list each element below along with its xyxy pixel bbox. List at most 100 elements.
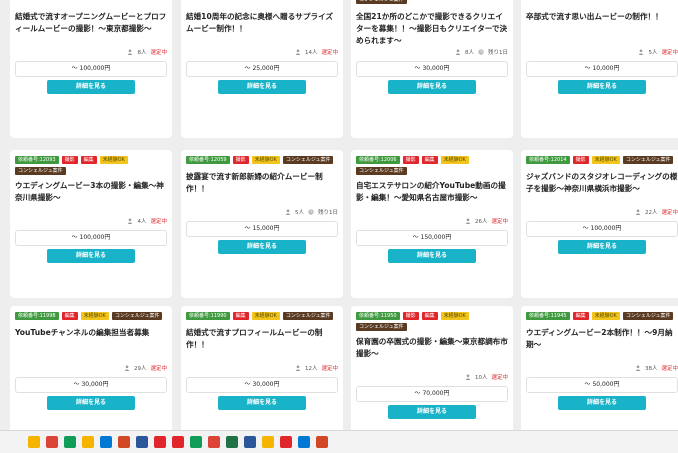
tag-list: 依頼番号:12059 撮影 未経験OK コンシェルジュ案件 xyxy=(186,156,338,166)
word-icon[interactable] xyxy=(136,436,148,448)
budget-price: ～ 50,000円 xyxy=(526,377,678,393)
job-card[interactable]: 依頼番号:11950 撮影 編集 未経験OK コンシェルジュ案件保育園の卒園式の撮影・編… xyxy=(351,306,513,430)
app-icon[interactable] xyxy=(298,436,310,448)
person-icon xyxy=(635,209,641,215)
check-icon[interactable] xyxy=(280,436,292,448)
view-details-button[interactable]: 詳細を見る xyxy=(388,80,476,94)
tag-badge: コンシェルジュ案件 xyxy=(15,167,66,175)
tag-badge: 撮影 xyxy=(402,156,419,164)
tag-badge: 未経験OK xyxy=(440,312,469,320)
tag-badge: 依頼番号:12014 xyxy=(526,156,570,164)
tag-badge: 編集 xyxy=(572,312,589,320)
view-details-button[interactable]: 詳細を見る xyxy=(558,396,646,410)
card-meta: 26人 選定中 xyxy=(356,216,508,226)
tag-list xyxy=(186,0,338,6)
job-title[interactable]: ウエディングムービー3本の撮影・編集～神奈川県撮影～ xyxy=(15,180,167,216)
person-icon xyxy=(465,374,471,380)
job-title[interactable]: 結婚式で流すプロフィールムービーの制作！！ xyxy=(186,327,338,363)
tag-list xyxy=(526,0,678,6)
job-card[interactable]: 卒部式で流す思い出ムービーの制作！！ 5人 選定中 ～ 10,000円 詳細を見る xyxy=(521,0,678,138)
card-meta: 5人 選定中 xyxy=(526,47,678,57)
view-details-button[interactable]: 詳細を見る xyxy=(47,80,135,94)
app-icon[interactable] xyxy=(316,436,328,448)
card-meta: 22人 選定中 xyxy=(526,207,678,217)
job-title[interactable]: 卒部式で流す思い出ムービーの制作！！ xyxy=(526,11,678,47)
check-icon[interactable] xyxy=(172,436,184,448)
tag-list: コンシェルジュ案件 xyxy=(356,0,508,6)
view-details-button[interactable]: 詳細を見る xyxy=(218,396,306,410)
job-card[interactable]: 依頼番号:11998 編集 未経験OK コンシェルジュ案件 YouTubeチャンネルの編… xyxy=(10,306,172,430)
folder-icon[interactable] xyxy=(82,436,94,448)
view-details-button[interactable]: 詳細を見る xyxy=(388,405,476,419)
status-badge: 選定中 xyxy=(661,210,678,216)
tag-list xyxy=(15,0,167,6)
edge-icon[interactable] xyxy=(64,436,76,448)
tag-badge: 依頼番号:11945 xyxy=(526,312,570,320)
drive-icon[interactable] xyxy=(262,436,274,448)
applicant-count: 26人 xyxy=(474,219,488,225)
job-title[interactable]: 結婚式で流すオープニングムービーとプロフィールムービーの撮影！～東京都撮影～ xyxy=(15,11,167,47)
view-details-button[interactable]: 詳細を見る xyxy=(47,249,135,263)
job-title[interactable]: 自宅エステサロンの紹介YouTube動画の撮影・編集！～愛知県名古屋市撮影～ xyxy=(356,180,508,216)
tag-badge: 依頼番号:12006 xyxy=(356,156,400,164)
person-icon xyxy=(295,49,301,55)
tag-badge: 依頼番号:11998 xyxy=(15,312,59,320)
tag-badge: コンシェルジュ案件 xyxy=(622,156,674,164)
card-meta: 8人 残り1日 xyxy=(356,47,508,57)
tag-badge: 編集 xyxy=(421,156,438,164)
tag-badge: 撮影 xyxy=(61,156,78,164)
job-card[interactable]: 依頼番号:11990 編集 未経験OK コンシェルジュ案件 結婚式で流すプロフィールムー… xyxy=(181,306,343,430)
job-title[interactable]: 保育園の卒園式の撮影・編集～東京都調布市撮影～ xyxy=(356,336,508,372)
tag-badge: 撮影 xyxy=(232,156,249,164)
flag-icon[interactable] xyxy=(154,436,166,448)
job-card[interactable]: 依頼番号:11945 編集 未経験OK コンシェルジュ案件 ウエディングムービー2本制作… xyxy=(521,306,678,430)
person-icon xyxy=(285,209,291,215)
outlook-icon[interactable] xyxy=(100,436,112,448)
powerpoint-icon[interactable] xyxy=(118,436,130,448)
job-title[interactable]: ウエディングムービー2本制作！！～9月納期～ xyxy=(526,327,678,363)
job-card[interactable]: 結婚式で流すオープニングムービーとプロフィールムービーの撮影！～東京都撮影～ 8… xyxy=(10,0,172,138)
person-icon xyxy=(465,218,471,224)
applicant-count: 10人 xyxy=(474,375,488,381)
job-card[interactable]: コンシェルジュ案件全国21か所のどこかで撮影できるクリエイターを募集！！～撮影日… xyxy=(351,0,513,138)
job-card[interactable]: 結婚10周年の記念に奥様へ贈るサプライズムービー制作！！ 14人 選定中 ～ 25,… xyxy=(181,0,343,138)
status-badge: 選定中 xyxy=(491,375,508,381)
tag-list: 依頼番号:11950 撮影 編集 未経験OK コンシェルジュ案件 xyxy=(356,312,508,331)
excel-icon[interactable] xyxy=(226,436,238,448)
applicant-count: 14人 xyxy=(304,50,318,56)
job-card[interactable]: 依頼番号:12014 撮影 未経験OK コンシェルジュ案件 ジャズバンドのスタジオレコー… xyxy=(521,150,678,298)
word-icon[interactable] xyxy=(244,436,256,448)
view-details-button[interactable]: 詳細を見る xyxy=(558,240,646,254)
applicant-count: 8人 xyxy=(465,50,474,56)
chrome-icon[interactable] xyxy=(46,436,58,448)
job-title[interactable]: 結婚10周年の記念に奥様へ贈るサプライズムービー制作！！ xyxy=(186,11,338,47)
view-details-button[interactable]: 詳細を見る xyxy=(47,396,135,410)
budget-price: ～ 100,000円 xyxy=(526,221,678,237)
status-badge: 選定中 xyxy=(491,219,508,225)
tag-badge: コンシェルジュ案件 xyxy=(111,312,163,320)
chrome-icon[interactable] xyxy=(208,436,220,448)
person-icon xyxy=(295,365,301,371)
view-details-button[interactable]: 詳細を見る xyxy=(388,249,476,263)
view-details-button[interactable]: 詳細を見る xyxy=(218,80,306,94)
job-title[interactable]: 全国21か所のどこかで撮影できるクリエイターを募集！！～撮影日もクリエイターで決… xyxy=(356,11,508,47)
budget-price: ～ 150,000円 xyxy=(356,230,508,246)
card-meta: 8人 選定中 xyxy=(15,47,167,57)
tag-badge: 未経験OK xyxy=(99,156,128,164)
tag-list: 依頼番号:11998 編集 未経験OK コンシェルジュ案件 xyxy=(15,312,167,322)
status-badge: 選定中 xyxy=(661,366,678,372)
view-details-button[interactable]: 詳細を見る xyxy=(218,240,306,254)
status-badge: 選定中 xyxy=(661,50,678,56)
job-card[interactable]: 依頼番号:12059 撮影 未経験OK コンシェルジュ案件披露宴で流す新郎新婦の紹介ム… xyxy=(181,150,343,298)
job-title[interactable]: 披露宴で流す新郎新婦の紹介ムービー制作！！ xyxy=(186,171,338,207)
drive-icon[interactable] xyxy=(190,436,202,448)
file-explorer-icon[interactable] xyxy=(28,436,40,448)
job-title[interactable]: YouTubeチャンネルの編集担当者募集 xyxy=(15,327,167,363)
person-icon xyxy=(455,49,461,55)
job-title[interactable]: ジャズバンドのスタジオレコーディングの様子を撮影～神奈川県横浜市撮影～ xyxy=(526,171,678,207)
applicant-count: 38人 xyxy=(644,366,658,372)
job-card[interactable]: 依頼番号:12006 撮影 編集 未経験OK コンシェルジュ案件 自宅エステサロンの紹介Y… xyxy=(351,150,513,298)
view-details-button[interactable]: 詳細を見る xyxy=(558,80,646,94)
tag-badge: 未経験OK xyxy=(591,156,620,164)
job-card[interactable]: 依頼番号:12093 撮影 編集 未経験OK コンシェルジュ案件 ウエディングムービー3本… xyxy=(10,150,172,298)
